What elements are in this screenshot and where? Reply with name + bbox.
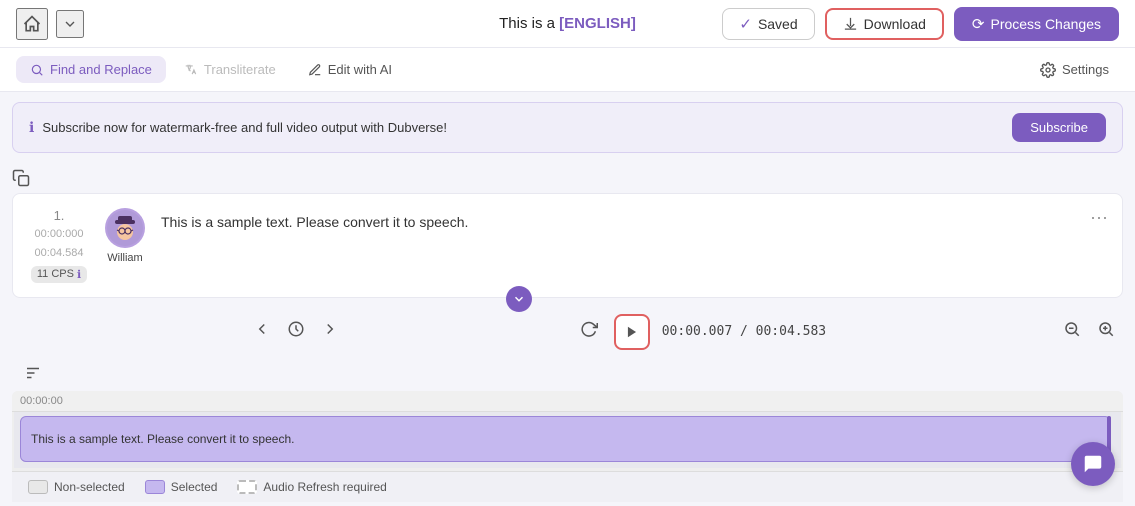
copy-icon	[12, 169, 30, 187]
find-replace-button[interactable]: Find and Replace	[16, 56, 166, 83]
more-options-button[interactable]: ⋯	[1090, 208, 1108, 229]
edit-icon	[308, 63, 322, 77]
time-display: 00:00.007 / 00:04.583	[662, 324, 826, 339]
next-button[interactable]	[317, 316, 343, 347]
timeline-block[interactable]: This is a sample text. Please convert it…	[20, 416, 1111, 462]
zoom-in-icon	[1097, 320, 1115, 338]
copy-button[interactable]	[12, 169, 30, 187]
player-right-controls	[1059, 316, 1119, 347]
subscribe-button[interactable]: Subscribe	[1012, 113, 1106, 142]
chat-icon	[1082, 453, 1104, 475]
script-entry: 1. 00:00:000 00:04.584 11 CPS ℹ	[12, 193, 1123, 298]
legend-audio-refresh: Audio Refresh required	[237, 480, 386, 494]
history-button[interactable]	[283, 316, 309, 347]
timeline-container: 00:00:00 This is a sample text. Please c…	[12, 391, 1123, 471]
settings-button[interactable]: Settings	[1030, 56, 1119, 84]
collapse-chevron[interactable]	[506, 286, 532, 312]
edit-ai-button[interactable]: Edit with AI	[294, 56, 406, 83]
avatar	[105, 208, 145, 248]
script-meta: 1. 00:00:000 00:04.584 11 CPS ℹ	[29, 208, 89, 283]
legend-non-selected: Non-selected	[28, 480, 125, 494]
speaker-avatar-area: William	[105, 208, 145, 264]
script-index: 1.	[54, 208, 65, 223]
previous-icon	[253, 320, 271, 338]
chat-support-button[interactable]	[1071, 442, 1115, 486]
timeline-block-text: This is a sample text. Please convert it…	[31, 432, 294, 446]
gear-icon	[1040, 62, 1056, 78]
history-icon	[287, 320, 305, 338]
sort-icon	[24, 364, 42, 382]
next-icon	[321, 320, 339, 338]
download-button[interactable]: Download	[825, 8, 944, 40]
process-changes-button[interactable]: ⟳ Process Changes	[954, 7, 1119, 41]
chevron-down-icon	[512, 292, 526, 306]
saved-button[interactable]: ✓ Saved	[722, 8, 814, 40]
header-right: ✓ Saved Download ⟳ Process Changes	[722, 7, 1119, 41]
home-button[interactable]	[16, 8, 48, 40]
document-title: This is a [ENGLISH]	[499, 15, 636, 32]
search-icon	[30, 63, 44, 77]
spin-icon: ⟳	[972, 15, 985, 33]
timeline-track[interactable]: This is a sample text. Please convert it…	[14, 412, 1121, 468]
legend-row: Non-selected Selected Audio Refresh requ…	[12, 471, 1123, 502]
play-button[interactable]	[614, 314, 650, 350]
toolbar-right: Settings	[1030, 56, 1119, 84]
audio-refresh-swatch	[237, 480, 257, 494]
script-time-start: 00:00:000	[35, 227, 84, 242]
play-icon	[625, 325, 639, 339]
previous-button[interactable]	[249, 316, 275, 347]
header-left	[16, 8, 84, 40]
banner-message: ℹ Subscribe now for watermark-free and f…	[29, 119, 447, 136]
timeline-timestamp: 00:00:00	[12, 391, 1123, 412]
header: This is a [ENGLISH] ✓ Saved Download ⟳ P…	[0, 0, 1135, 48]
script-text[interactable]: This is a sample text. Please convert it…	[161, 208, 1106, 233]
legend-selected: Selected	[145, 480, 218, 494]
refresh-button[interactable]	[576, 316, 602, 347]
toolbar-left: Find and Replace Transliterate Edit with…	[16, 56, 406, 83]
toolbar: Find and Replace Transliterate Edit with…	[0, 48, 1135, 92]
info-icon: ℹ	[29, 119, 34, 136]
copy-row	[0, 163, 1135, 193]
player-left-controls	[249, 316, 343, 347]
zoom-in-button[interactable]	[1093, 316, 1119, 347]
zoom-out-button[interactable]	[1059, 316, 1085, 347]
non-selected-swatch	[28, 480, 48, 494]
player-bar: 00:00.007 / 00:04.583	[0, 306, 1135, 358]
cps-badge: 11 CPS ℹ	[31, 266, 87, 283]
dropdown-button[interactable]	[56, 10, 84, 38]
transliterate-icon	[184, 63, 198, 77]
transliterate-button[interactable]: Transliterate	[170, 56, 290, 83]
selected-swatch	[145, 480, 165, 494]
sort-button[interactable]	[12, 358, 54, 391]
script-time-end: 00:04.584	[35, 246, 84, 261]
speaker-label: William	[107, 252, 142, 264]
subscription-banner: ℹ Subscribe now for watermark-free and f…	[12, 102, 1123, 153]
sort-row	[0, 358, 1135, 391]
download-icon	[843, 16, 858, 31]
player-center-controls: 00:00.007 / 00:04.583	[576, 314, 826, 350]
zoom-out-icon	[1063, 320, 1081, 338]
check-icon: ✓	[739, 15, 752, 33]
refresh-icon	[580, 320, 598, 338]
cps-info-icon[interactable]: ℹ	[77, 268, 81, 281]
